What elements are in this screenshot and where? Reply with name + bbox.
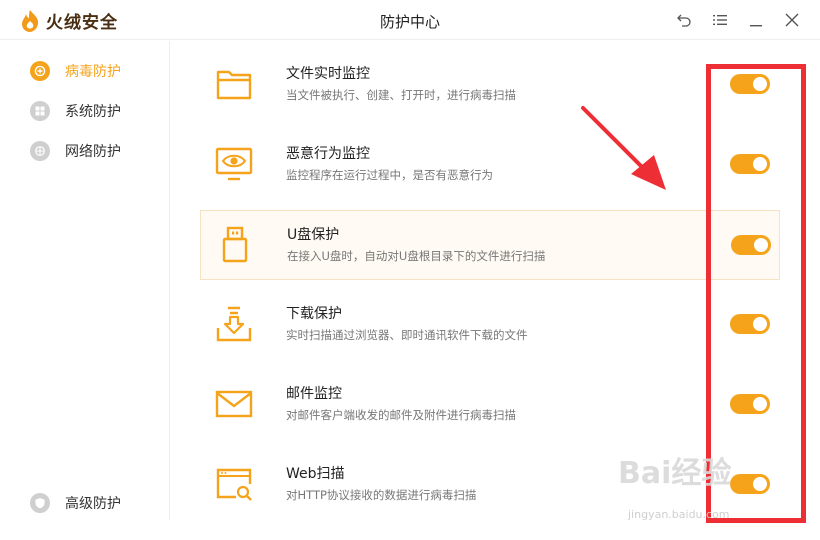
list-item-usb-protection: U盘保护 在接入U盘时，自动对U盘根目录下的文件进行扫描 [200,210,780,280]
window-title: 防护中心 [379,13,440,31]
sidebar-item-label: 病毒防护 [65,64,121,80]
sidebar-item-label: 网络防护 [65,144,121,160]
row-title: 恶意行为监控 [286,146,370,162]
sidebar-item-advanced-protection[interactable]: 高级防护 [30,492,121,514]
close-icon [785,13,799,27]
row-title: 邮件监控 [286,386,342,402]
row-title: U盘保护 [287,227,340,243]
sidebar-item-virus-protection[interactable]: 病毒防护 [30,60,121,82]
row-description: 监控程序在运行过程中，是否有恶意行为 [286,168,493,182]
usb-icon [222,226,248,263]
row-description: 在接入U盘时，自动对U盘根目录下的文件进行扫描 [287,249,546,263]
mail-icon [215,390,253,418]
sidebar-item-label: 高级防护 [65,496,121,512]
sidebar: 病毒防护 系统防护 网络防护 高级防护 [0,41,170,520]
shield-icon [30,493,50,513]
virus-protect-icon [30,61,50,81]
row-title: 下载保护 [286,306,342,322]
sidebar-item-network-protection[interactable]: 网络防护 [30,140,121,162]
network-icon [30,141,50,161]
row-description: 对邮件客户端收发的邮件及附件进行病毒扫描 [286,408,516,422]
download-tray-icon [216,306,252,342]
title-bar: 火绒安全 防护中心 [0,0,820,40]
watermark: Bai经验 [618,456,732,491]
watermark-url: jingyan.baidu.com [628,508,730,521]
sidebar-item-label: 系统防护 [65,104,121,120]
menu-button[interactable] [708,8,732,32]
menu-icon [713,15,727,25]
folder-icon [216,70,252,100]
row-description: 实时扫描通过浏览器、即时通讯软件下载的文件 [286,328,528,342]
back-button[interactable] [672,8,696,32]
windows-icon [30,101,50,121]
row-title: 文件实时监控 [286,66,370,82]
back-icon [677,14,691,27]
list-item-download-protection: 下载保护 实时扫描通过浏览器、即时通讯软件下载的文件 [200,290,780,360]
sidebar-item-system-protection[interactable]: 系统防护 [30,100,121,122]
row-description: 对HTTP协议接收的数据进行病毒扫描 [286,488,477,502]
row-description: 当文件被执行、创建、打开时，进行病毒扫描 [286,88,516,102]
close-button[interactable] [780,8,804,32]
list-item-mail-monitor: 邮件监控 对邮件客户端收发的邮件及附件进行病毒扫描 [200,370,780,440]
row-title: Web扫描 [286,466,345,482]
list-item-behavior-monitor: 恶意行为监控 监控程序在运行过程中，是否有恶意行为 [200,130,780,200]
monitor-eye-icon [215,147,253,181]
list-item-file-monitor: 文件实时监控 当文件被执行、创建、打开时，进行病毒扫描 [200,50,780,120]
minimize-button[interactable] [744,8,768,32]
annotation-arrow-icon [581,106,666,190]
web-scan-icon [216,468,252,501]
minimize-icon [750,25,762,27]
